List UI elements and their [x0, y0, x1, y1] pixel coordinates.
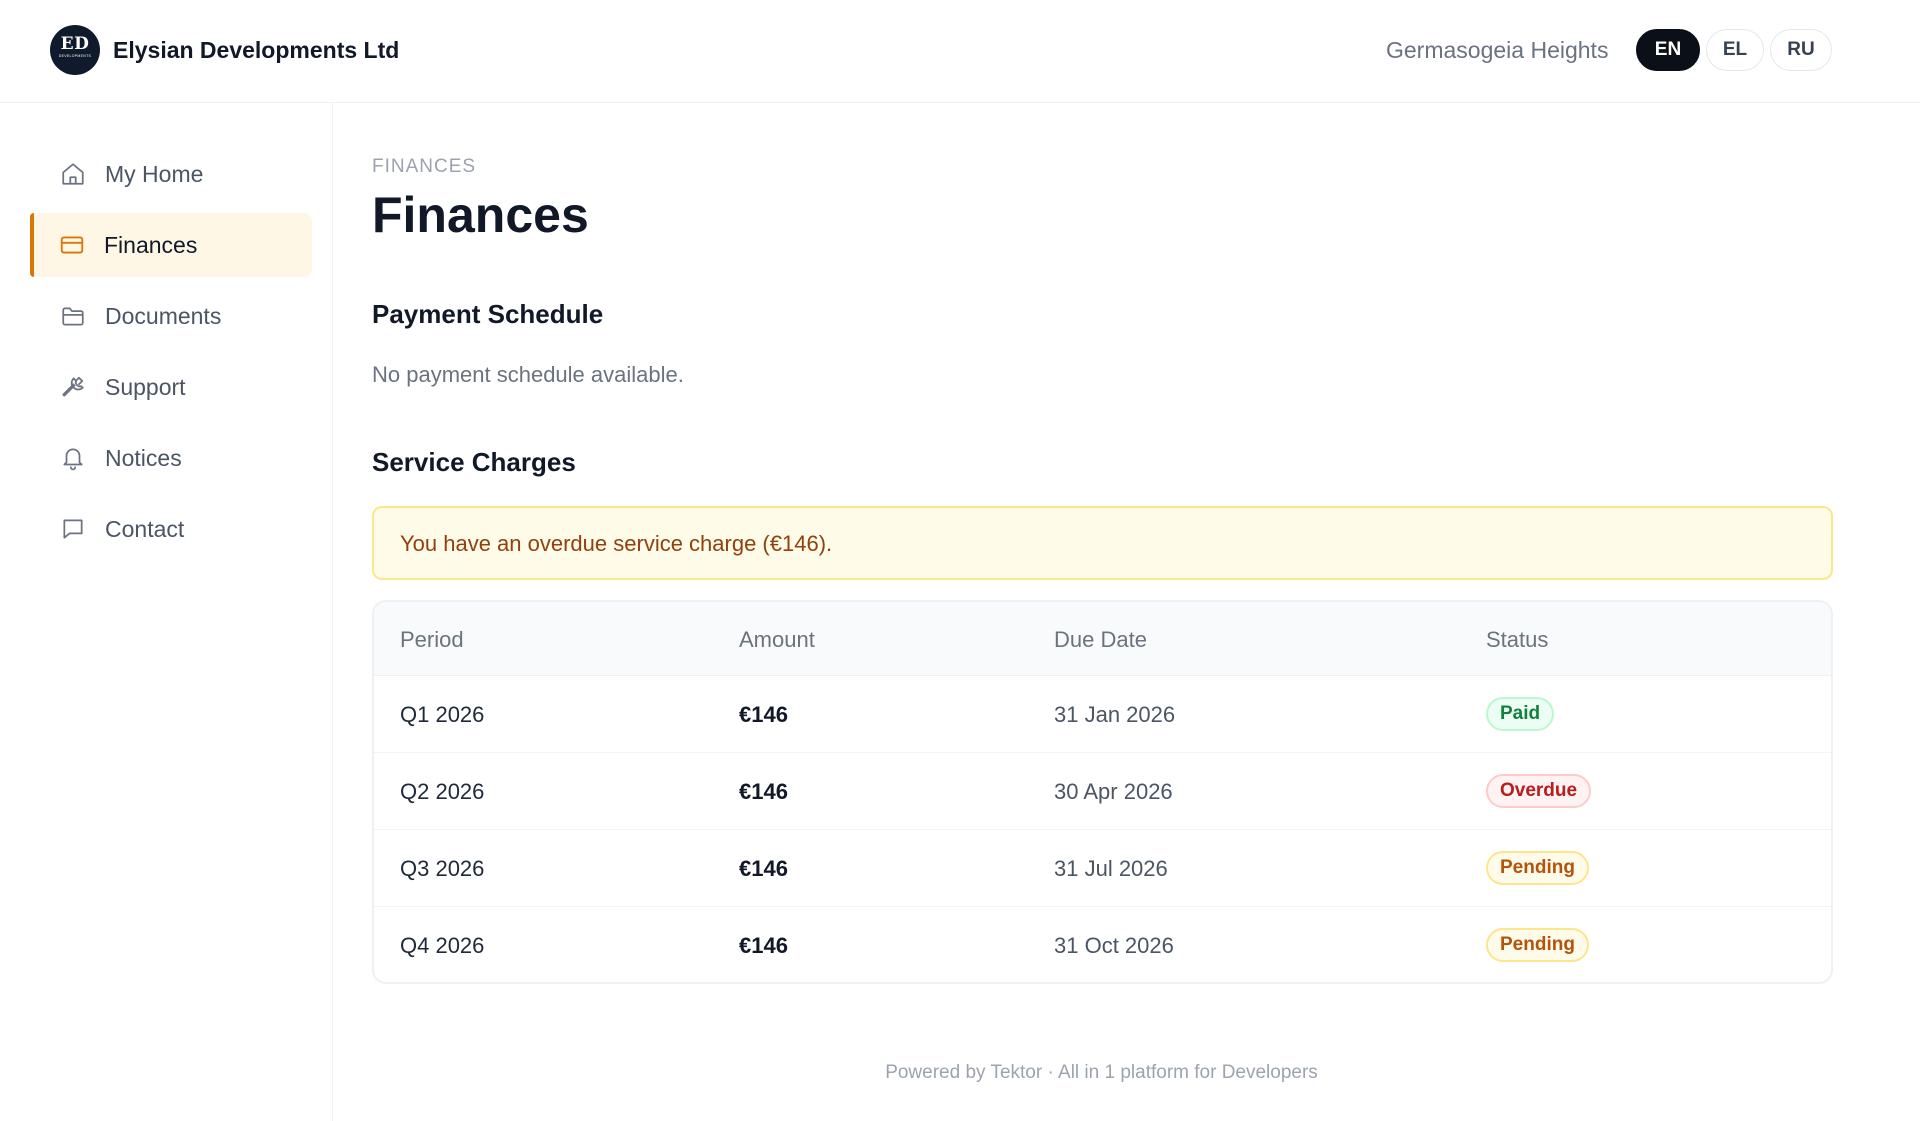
company-name: Elysian Developments Ltd — [113, 37, 400, 63]
sidebar-item-label: My Home — [105, 161, 204, 187]
column-header-amount: Amount — [739, 627, 815, 652]
sidebar-item-label: Notices — [105, 445, 182, 471]
sidebar-item-support[interactable]: Support — [30, 355, 312, 419]
status-badge: Paid — [1486, 697, 1555, 731]
payment-schedule-heading: Payment Schedule — [372, 299, 604, 329]
overdue-alert-text: You have an overdue service charge (€146… — [400, 531, 833, 556]
sidebar-item-finances[interactable]: Finances — [30, 213, 312, 277]
column-header-status: Status — [1486, 627, 1549, 652]
cell-due-date: 31 Oct 2026 — [1054, 933, 1174, 958]
sidebar-item-documents[interactable]: Documents — [30, 284, 312, 348]
language-button-ru[interactable]: RU — [1770, 29, 1832, 71]
logo-monogram: ED — [60, 34, 90, 54]
sidebar-item-label: Documents — [105, 303, 222, 329]
status-badge: Overdue — [1486, 774, 1592, 808]
footer-text: Powered by Tektor · All in 1 platform fo… — [885, 1062, 1318, 1083]
cell-due-date: 31 Jan 2026 — [1054, 702, 1176, 727]
folder-icon — [62, 307, 84, 326]
cell-due-date: 30 Apr 2026 — [1054, 779, 1173, 804]
top-header: ED DEVELOPMENTS Elysian Developments Ltd… — [0, 0, 1920, 103]
page-title: Finances — [372, 187, 589, 243]
project-name: Germasogeia Heights — [1386, 37, 1609, 63]
cell-due-date: 31 Jul 2026 — [1054, 856, 1168, 881]
sidebar-item-notices[interactable]: Notices — [30, 426, 312, 490]
company-logo[interactable]: ED DEVELOPMENTS — [50, 25, 100, 75]
table-row: Q3 2026 €146 31 Jul 2026 Pending — [374, 830, 1831, 907]
cell-period: Q3 2026 — [400, 856, 485, 881]
sidebar-item-label: Contact — [105, 516, 185, 542]
service-charges-table: Period Amount Due Date Status Q1 2026 €1… — [372, 600, 1833, 984]
sidebar-item-my-home[interactable]: My Home — [30, 142, 312, 206]
cell-period: Q1 2026 — [400, 702, 485, 727]
home-icon — [62, 163, 84, 185]
payment-schedule-empty-text: No payment schedule available. — [372, 362, 684, 387]
status-badge: Pending — [1486, 928, 1589, 962]
table-row: Q4 2026 €146 31 Oct 2026 Pending — [374, 907, 1831, 982]
overdue-alert: You have an overdue service charge (€146… — [372, 506, 1833, 580]
column-header-due-date: Due Date — [1054, 627, 1147, 652]
status-badge: Pending — [1486, 851, 1589, 885]
breadcrumb: FINANCES — [372, 156, 477, 177]
sidebar-item-label: Finances — [104, 232, 198, 258]
table-header: Period Amount Due Date Status — [374, 602, 1831, 676]
table-row: Q2 2026 €146 30 Apr 2026 Overdue — [374, 753, 1831, 830]
cell-amount: €146 — [739, 856, 788, 881]
cell-amount: €146 — [739, 702, 788, 727]
sidebar-item-contact[interactable]: Contact — [30, 497, 312, 561]
logo-subtext: DEVELOPMENTS — [58, 54, 92, 58]
language-button-en[interactable]: EN — [1636, 29, 1700, 71]
column-header-period: Period — [400, 627, 464, 652]
cell-amount: €146 — [739, 779, 788, 804]
service-charges-heading: Service Charges — [372, 447, 576, 477]
chat-icon — [63, 519, 83, 539]
cell-amount: €146 — [739, 933, 788, 958]
language-button-el[interactable]: EL — [1706, 29, 1764, 71]
cell-period: Q2 2026 — [400, 779, 485, 804]
sidebar: My Home Finances Documents Support Notic… — [0, 103, 333, 1121]
cell-period: Q4 2026 — [400, 933, 485, 958]
credit-card-icon — [60, 236, 84, 254]
bell-icon — [63, 448, 83, 471]
table-row: Q1 2026 €146 31 Jan 2026 Paid — [374, 676, 1831, 753]
sidebar-item-label: Support — [105, 374, 186, 400]
wrench-icon — [62, 376, 84, 397]
